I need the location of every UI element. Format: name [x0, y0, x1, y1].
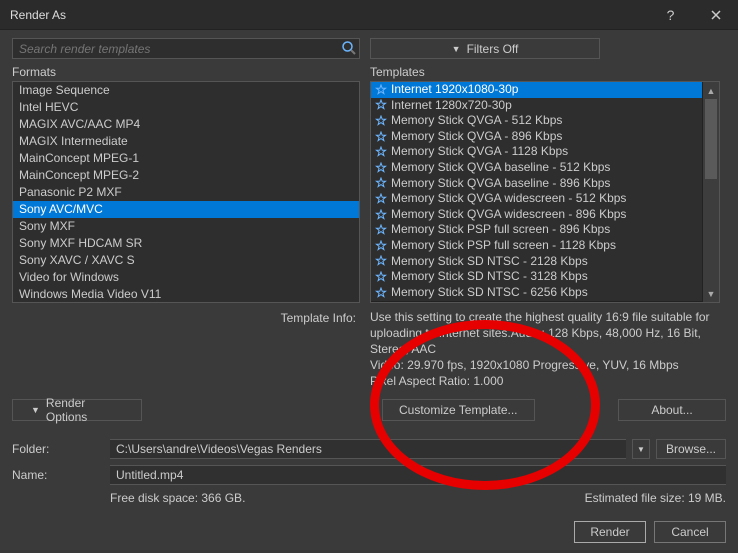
- star-icon: [375, 162, 387, 174]
- formats-list[interactable]: Image SequenceIntel HEVCMAGIX AVC/AAC MP…: [12, 81, 360, 303]
- chevron-down-icon: ▼: [452, 44, 461, 54]
- folder-label: Folder:: [12, 442, 102, 456]
- star-icon: [375, 146, 387, 158]
- star-icon: [375, 84, 387, 96]
- scrollbar-thumb[interactable]: [705, 99, 717, 179]
- help-button[interactable]: ?: [648, 0, 693, 30]
- about-button[interactable]: About...: [618, 399, 726, 421]
- template-item-label: Memory Stick PSP full screen - 896 Kbps: [391, 222, 610, 238]
- format-item[interactable]: Panasonic P2 MXF: [13, 184, 359, 201]
- template-item[interactable]: Memory Stick QVGA - 896 Kbps: [371, 129, 702, 145]
- template-item-label: Memory Stick QVGA - 1128 Kbps: [391, 144, 568, 160]
- star-icon: [375, 209, 387, 221]
- template-item[interactable]: Memory Stick SD NTSC - 3128 Kbps: [371, 269, 702, 285]
- template-item-label: Memory Stick QVGA baseline - 512 Kbps: [391, 160, 610, 176]
- template-item[interactable]: Memory Stick QVGA widescreen - 512 Kbps: [371, 191, 702, 207]
- free-disk-space: Free disk space: 366 GB.: [110, 491, 245, 505]
- estimated-file-size: Estimated file size: 19 MB.: [585, 491, 726, 505]
- template-item[interactable]: Memory Stick QVGA baseline - 896 Kbps: [371, 176, 702, 192]
- format-item[interactable]: Video for Windows: [13, 269, 359, 286]
- search-input[interactable]: [12, 38, 360, 59]
- template-item-label: Memory Stick QVGA baseline - 896 Kbps: [391, 176, 610, 192]
- star-icon: [375, 287, 387, 299]
- template-item[interactable]: Memory Stick SD NTSC - 2128 Kbps: [371, 254, 702, 270]
- star-icon: [375, 255, 387, 267]
- star-icon: [375, 271, 387, 283]
- browse-button[interactable]: Browse...: [656, 439, 726, 459]
- formats-label: Formats: [12, 65, 360, 79]
- scroll-up-icon[interactable]: ▲: [703, 82, 719, 99]
- close-button[interactable]: [693, 0, 738, 30]
- star-icon: [375, 131, 387, 143]
- template-item-label: Memory Stick QVGA - 896 Kbps: [391, 129, 562, 145]
- folder-input[interactable]: [110, 439, 626, 459]
- format-item[interactable]: MAGIX Intermediate: [13, 133, 359, 150]
- template-item-label: Memory Stick PSP full screen - 1128 Kbps: [391, 238, 616, 254]
- filters-button[interactable]: ▼ Filters Off: [370, 38, 600, 59]
- template-item-label: Memory Stick SD NTSC - 6256 Kbps: [391, 285, 588, 301]
- template-item[interactable]: Memory Stick QVGA - 1128 Kbps: [371, 144, 702, 160]
- template-item[interactable]: Internet 1280x720-30p: [371, 98, 702, 114]
- template-item[interactable]: Memory Stick PSP full screen - 896 Kbps: [371, 222, 702, 238]
- template-item-label: Memory Stick QVGA widescreen - 896 Kbps: [391, 207, 626, 223]
- format-item[interactable]: Sony MXF: [13, 218, 359, 235]
- format-item[interactable]: Windows Media Video V11: [13, 286, 359, 303]
- star-icon: [375, 224, 387, 236]
- template-item[interactable]: Internet 1920x1080-30p: [371, 82, 702, 98]
- name-input[interactable]: [110, 465, 726, 485]
- window-title: Render As: [10, 8, 66, 22]
- format-item[interactable]: Image Sequence: [13, 82, 359, 99]
- horizontal-scrollbar[interactable]: ◄ ►: [371, 301, 702, 302]
- search-icon[interactable]: [341, 40, 357, 56]
- template-info-label: Template Info:: [12, 309, 360, 389]
- template-item-label: Internet 1920x1080-30p: [391, 82, 518, 98]
- format-item[interactable]: MAGIX AVC/AAC MP4: [13, 116, 359, 133]
- format-item[interactable]: Intel HEVC: [13, 99, 359, 116]
- scroll-down-icon[interactable]: ▼: [703, 285, 719, 302]
- template-item-label: Memory Stick QVGA widescreen - 512 Kbps: [391, 191, 626, 207]
- template-info-text: Use this setting to create the highest q…: [370, 309, 720, 389]
- format-item[interactable]: MainConcept MPEG-2: [13, 167, 359, 184]
- template-item[interactable]: Memory Stick QVGA - 512 Kbps: [371, 113, 702, 129]
- chevron-down-icon: ▼: [31, 405, 40, 415]
- format-item[interactable]: MainConcept MPEG-1: [13, 150, 359, 167]
- template-item[interactable]: Memory Stick SD NTSC - 6256 Kbps: [371, 285, 702, 301]
- close-icon: [711, 10, 721, 20]
- template-item-label: Internet 1280x720-30p: [391, 98, 512, 114]
- format-item[interactable]: Sony AVC/MVC: [13, 201, 359, 218]
- format-item[interactable]: Sony XAVC / XAVC S: [13, 252, 359, 269]
- star-icon: [375, 115, 387, 127]
- star-icon: [375, 99, 387, 111]
- filters-label: Filters Off: [467, 42, 519, 56]
- vertical-scrollbar[interactable]: ▲ ▼: [702, 82, 719, 302]
- template-item[interactable]: Memory Stick QVGA widescreen - 896 Kbps: [371, 207, 702, 223]
- star-icon: [375, 177, 387, 189]
- folder-dropdown[interactable]: ▼: [632, 439, 650, 459]
- template-item[interactable]: Memory Stick PSP full screen - 1128 Kbps: [371, 238, 702, 254]
- star-icon: [375, 193, 387, 205]
- titlebar: Render As ?: [0, 0, 738, 30]
- format-item[interactable]: Sony MXF HDCAM SR: [13, 235, 359, 252]
- star-icon: [375, 240, 387, 252]
- template-item-label: Memory Stick SD NTSC - 2128 Kbps: [391, 254, 588, 270]
- template-item-label: Memory Stick QVGA - 512 Kbps: [391, 113, 562, 129]
- template-item-label: Memory Stick SD NTSC - 3128 Kbps: [391, 269, 588, 285]
- templates-label: Templates: [370, 65, 425, 79]
- render-options-button[interactable]: ▼ Render Options: [12, 399, 142, 421]
- template-item[interactable]: Memory Stick QVGA baseline - 512 Kbps: [371, 160, 702, 176]
- customize-template-button[interactable]: Customize Template...: [382, 399, 535, 421]
- name-label: Name:: [12, 468, 102, 482]
- templates-list[interactable]: Internet 1920x1080-30pInternet 1280x720-…: [370, 81, 720, 303]
